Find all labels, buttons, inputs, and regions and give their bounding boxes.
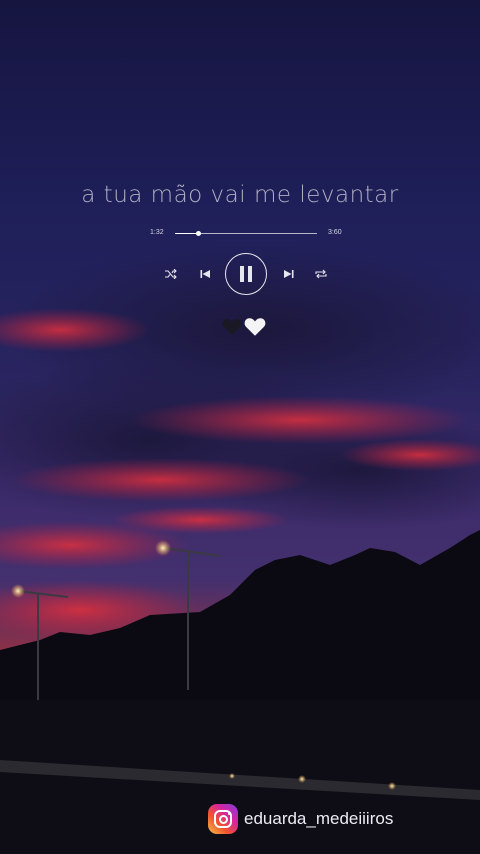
instagram-icon — [208, 804, 238, 834]
shuffle-icon — [165, 269, 177, 279]
pause-button[interactable] — [225, 253, 267, 295]
progress-bar[interactable] — [175, 231, 317, 236]
emoji-row — [222, 317, 266, 337]
next-icon — [284, 270, 294, 278]
total-time: 3:60 — [328, 229, 342, 236]
shuffle-button[interactable] — [162, 266, 180, 282]
next-button[interactable] — [280, 266, 298, 282]
lyric-line: a tua mão vai me levantar — [81, 182, 399, 208]
progress-knob[interactable] — [195, 231, 201, 236]
instagram-credit: eduarda_medeiiiros — [208, 804, 393, 834]
black-heart-icon — [222, 319, 242, 335]
previous-icon — [200, 270, 210, 278]
repeat-button[interactable] — [312, 266, 330, 282]
instagram-handle: eduarda_medeiiiros — [244, 809, 394, 828]
progress-fill — [175, 233, 198, 234]
white-heart-icon — [244, 318, 266, 336]
repeat-icon — [315, 269, 327, 279]
sunset-background — [0, 0, 480, 854]
current-time: 1:32 — [150, 229, 164, 236]
previous-button[interactable] — [196, 266, 214, 282]
pause-icon — [240, 266, 252, 282]
